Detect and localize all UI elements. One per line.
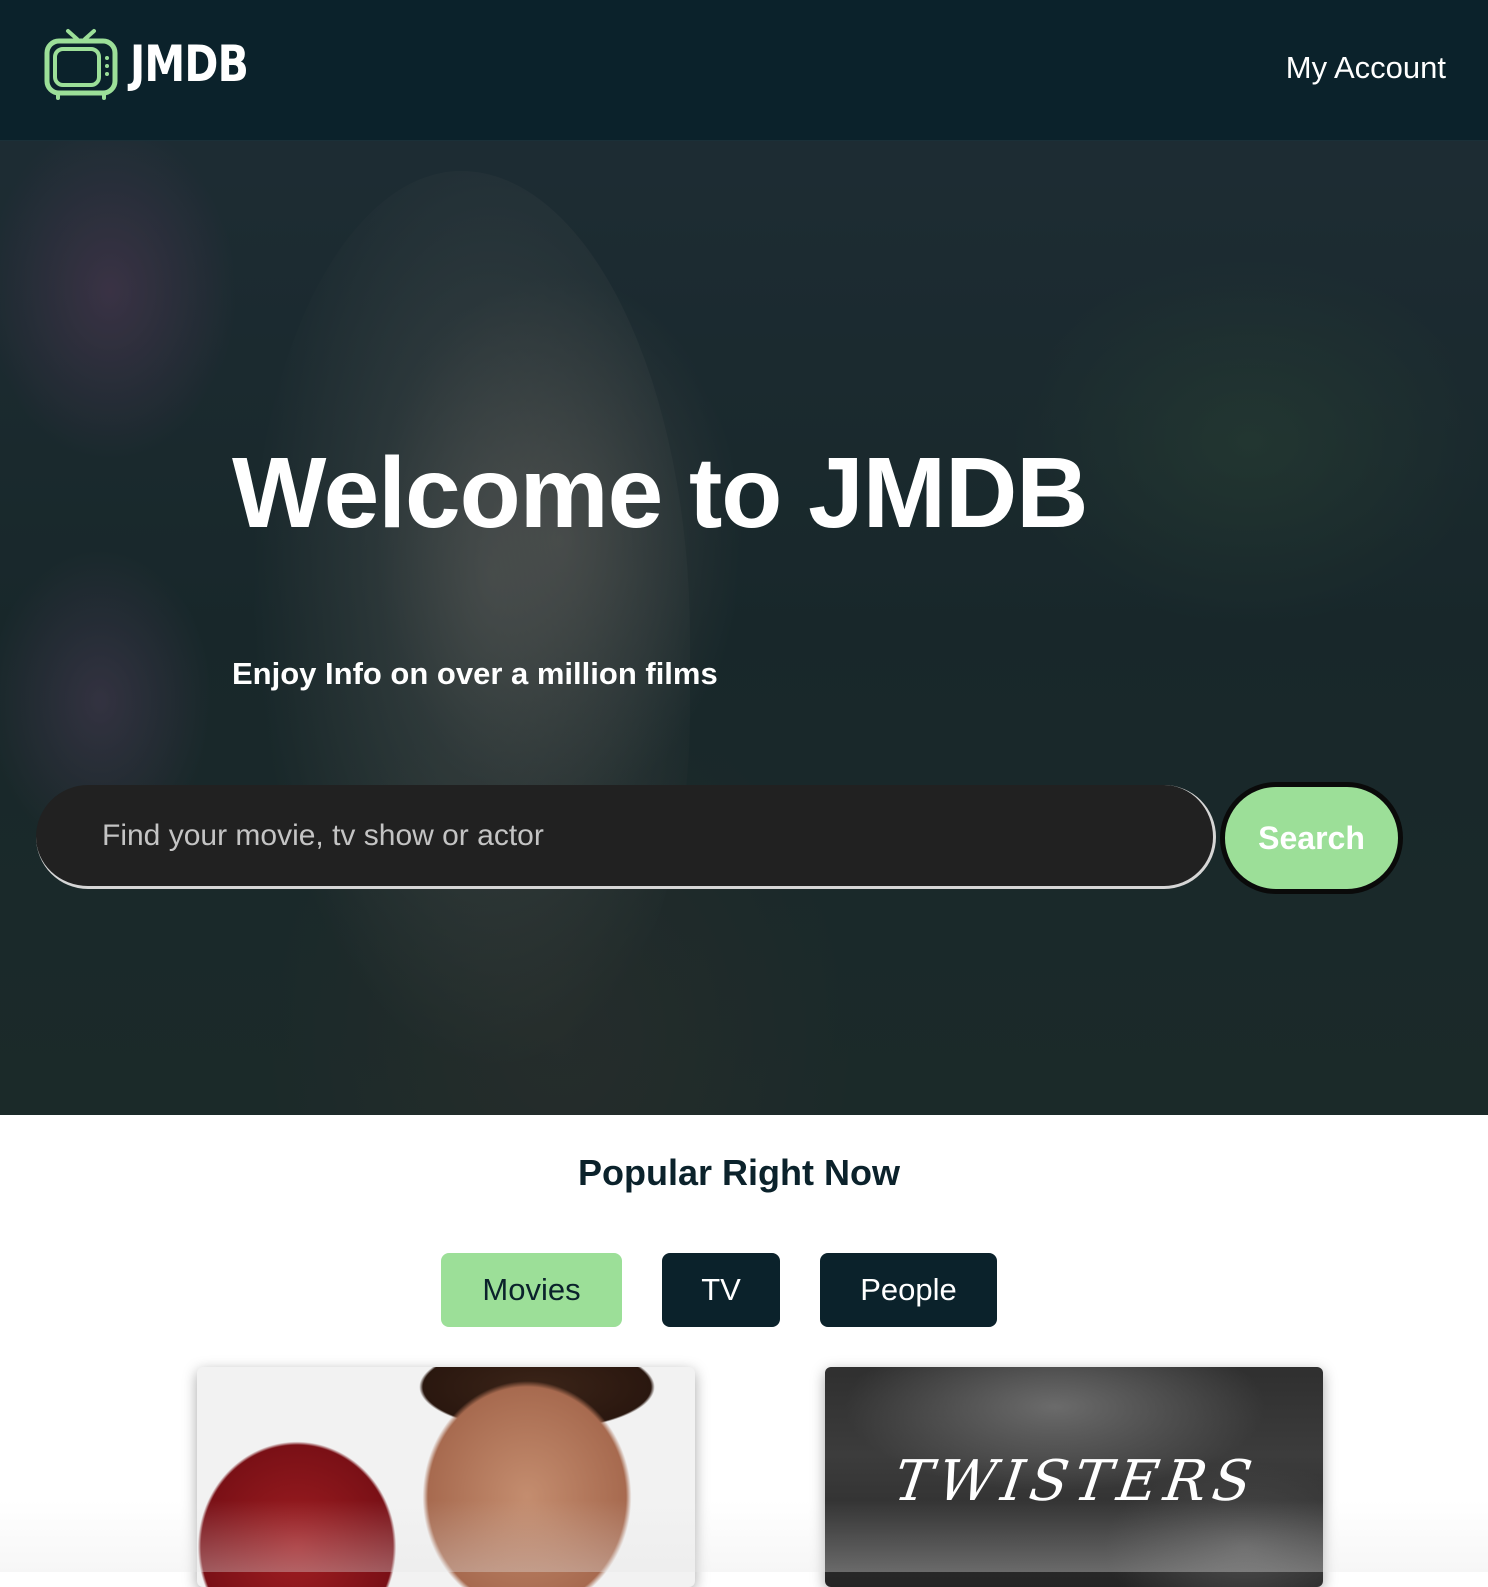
tab-tv[interactable]: TV	[662, 1253, 780, 1327]
my-account-link[interactable]: My Account	[1286, 50, 1446, 86]
hero-title: Welcome to JMDB	[232, 437, 1089, 549]
search-button[interactable]: Search	[1220, 782, 1403, 894]
tab-people[interactable]: People	[820, 1253, 997, 1327]
logo-text: JMDB	[130, 35, 249, 93]
popular-section-title: Popular Right Now	[578, 1152, 900, 1193]
movie-poster-card[interactable]: TWISTERS	[825, 1367, 1323, 1587]
tab-movies[interactable]: Movies	[441, 1253, 622, 1327]
hero-overlay	[0, 141, 1488, 1115]
movie-poster-card[interactable]	[197, 1367, 695, 1587]
search-input[interactable]	[36, 785, 1216, 889]
hero-subtitle: Enjoy Info on over a million films	[232, 656, 718, 691]
site-header: JMDB My Account	[0, 0, 1488, 141]
hero-section: Welcome to JMDB Enjoy Info on over a mil…	[0, 141, 1488, 1115]
tv-icon	[44, 29, 118, 100]
site-logo[interactable]: JMDB	[44, 28, 274, 100]
poster-title-logo: TWISTERS	[890, 1449, 1262, 1514]
